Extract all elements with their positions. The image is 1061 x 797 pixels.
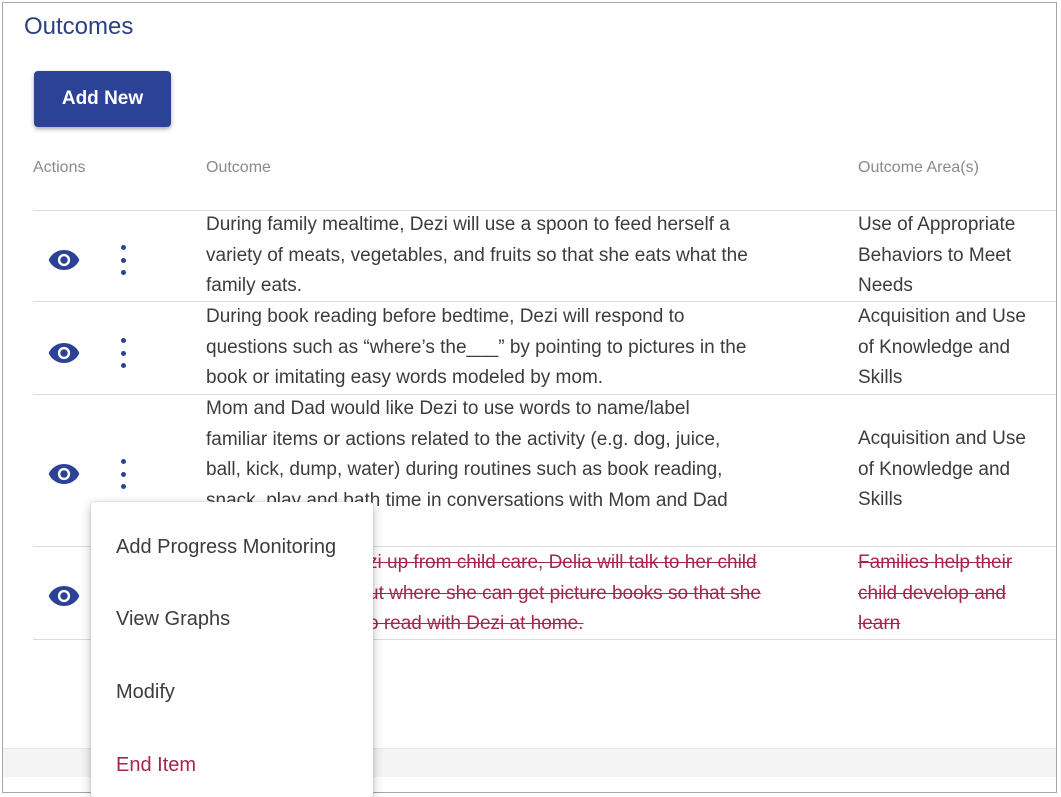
outcome-area-text: Acquisition and Use of Knowledge and Ski…: [858, 306, 1026, 388]
header-outcome-area: Outcome Area(s): [858, 159, 979, 176]
outcome-area-text: Acquisition and Use of Knowledge and Ski…: [858, 428, 1026, 510]
page-title: Outcomes: [24, 13, 134, 40]
outcome-area-text-ended: Families help their child develop and le…: [858, 552, 1013, 634]
menu-item-modify[interactable]: Modify: [116, 681, 175, 704]
row-actions-menu: Add Progress Monitoring View Graphs Modi…: [91, 502, 373, 797]
menu-item-end-item[interactable]: End Item: [116, 754, 196, 777]
kebab-menu-icon[interactable]: [114, 245, 132, 275]
kebab-menu-icon[interactable]: [114, 459, 132, 489]
outcome-text: Mom and Dad would like Dezi to use words…: [206, 398, 728, 511]
eye-icon[interactable]: [48, 342, 80, 364]
outcome-area-text: Use of Appropriate Behaviors to Meet Nee…: [858, 214, 1016, 296]
outcome-text-ended: zi up from child care, Delia will talk t…: [368, 552, 761, 634]
outcome-text: During family mealtime, Dezi will use a …: [206, 214, 748, 296]
header-outcome: Outcome: [206, 159, 271, 176]
eye-icon[interactable]: [48, 463, 80, 485]
eye-icon[interactable]: [48, 249, 80, 271]
outcome-text: During book reading before bedtime, Dezi…: [206, 306, 747, 388]
kebab-menu-icon[interactable]: [114, 338, 132, 368]
menu-item-add-progress-monitoring[interactable]: Add Progress Monitoring: [116, 536, 336, 559]
menu-item-view-graphs[interactable]: View Graphs: [116, 608, 230, 631]
header-actions: Actions: [33, 159, 86, 176]
eye-icon[interactable]: [48, 585, 80, 607]
add-new-button[interactable]: Add New: [34, 71, 171, 127]
